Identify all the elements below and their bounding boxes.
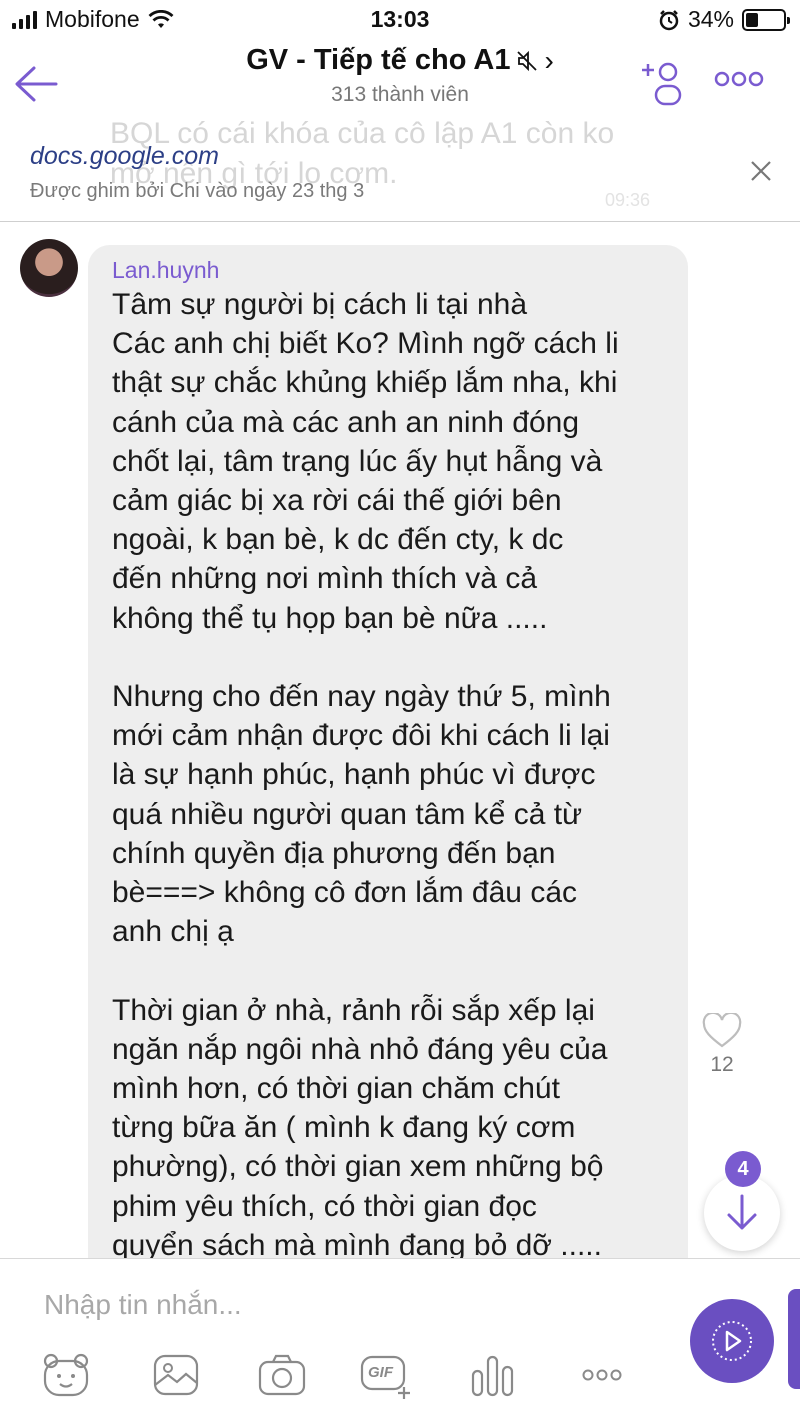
edge-panel-handle[interactable] <box>788 1289 800 1389</box>
avatar[interactable] <box>20 239 78 297</box>
message-bubble[interactable]: Lan.huynh Tâm sự người bị cách li tại nh… <box>88 245 688 1258</box>
gif-label: GIF <box>368 1364 393 1381</box>
close-icon[interactable] <box>750 160 772 182</box>
sender-name[interactable]: Lan.huynh <box>112 255 664 285</box>
chat-header: GV - Tiếp tế cho A1 › 313 thành viên <box>0 40 800 120</box>
message-list[interactable]: Lan.huynh Tâm sự người bị cách li tại nh… <box>0 223 800 1258</box>
add-member-icon[interactable] <box>642 58 686 106</box>
battery-icon <box>742 8 790 31</box>
gif-icon[interactable]: GIF <box>360 1349 412 1401</box>
message-text: Tâm sự người bị cách li tại nhà Các anh … <box>112 288 619 1258</box>
unread-badge: 4 <box>725 1151 761 1187</box>
group-name: GV - Tiếp tế cho A1 <box>246 44 511 76</box>
message-input[interactable] <box>44 1281 644 1329</box>
pinned-message-banner[interactable]: BQL có cái khóa của cô lập A1 còn ko mở … <box>0 120 800 222</box>
arrow-down-icon <box>727 1194 757 1230</box>
more-tools-icon[interactable] <box>576 1349 628 1401</box>
ghost-time: 09:36 <box>605 190 651 210</box>
send-button[interactable] <box>690 1299 774 1383</box>
message-composer: GIF <box>0 1258 800 1423</box>
muted-speaker-icon <box>517 50 538 71</box>
sticker-bear-icon[interactable] <box>40 1349 92 1401</box>
more-dots-icon[interactable] <box>714 68 764 90</box>
like-control[interactable]: 12 <box>700 1013 744 1077</box>
composer-toolbar: GIF <box>40 1349 640 1409</box>
camera-icon[interactable] <box>256 1349 308 1401</box>
battery-percent: 34% <box>687 6 734 32</box>
pinned-link[interactable]: docs.google.com <box>30 142 219 171</box>
heart-icon[interactable] <box>702 1013 742 1049</box>
pinned-by-text: Được ghim bởi Chi vào ngày 23 thg 3 <box>30 180 365 202</box>
chat-title[interactable]: GV - Tiếp tế cho A1 › <box>246 44 554 77</box>
like-count: 12 <box>710 1053 734 1076</box>
status-right: 34% <box>658 6 790 33</box>
poll-icon[interactable] <box>466 1349 518 1401</box>
battery-fill <box>746 12 759 27</box>
alarm-icon <box>659 9 679 30</box>
send-icon <box>712 1321 752 1361</box>
chevron-right-icon: › <box>544 44 554 76</box>
status-bar: Mobifone 13:03 34% <box>0 0 800 40</box>
image-icon[interactable] <box>150 1349 202 1401</box>
